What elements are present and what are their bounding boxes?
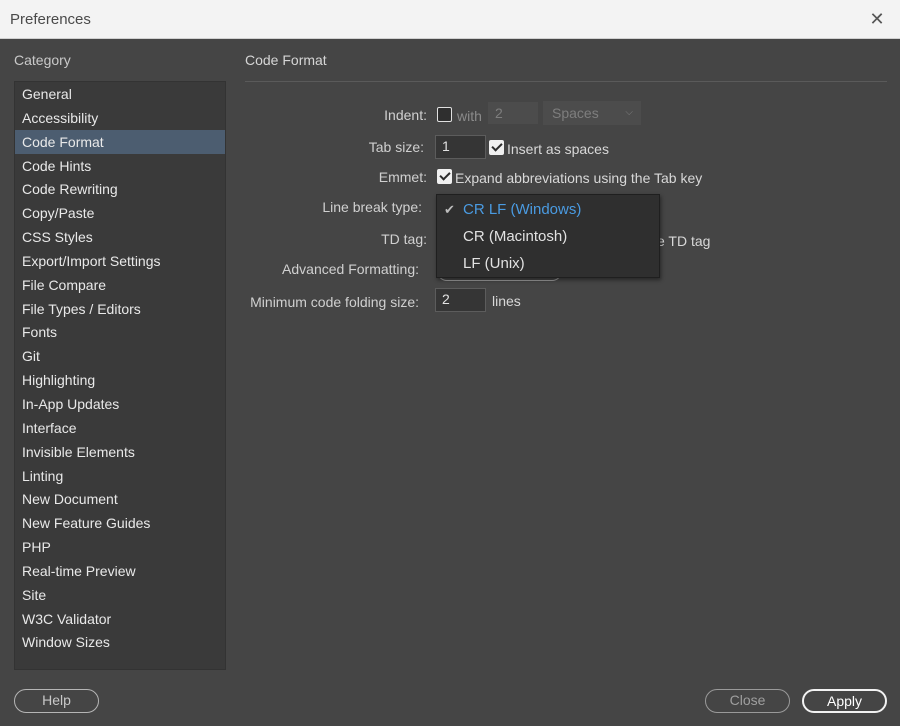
window-title: Preferences: [10, 11, 91, 28]
sidebar-item-new-document[interactable]: New Document: [15, 487, 225, 511]
category-list[interactable]: General Accessibility Code Format Code Hint…: [14, 81, 226, 670]
sidebar-item-highlighting[interactable]: Highlighting: [15, 368, 225, 392]
title-divider: [245, 81, 887, 82]
folding-size-unit: lines: [492, 293, 521, 309]
indent-size-field[interactable]: 2: [488, 102, 538, 124]
td-tag-option-text: e TD tag: [657, 233, 711, 249]
option-label: LF (Unix): [463, 255, 525, 272]
line-break-option-windows[interactable]: ✔ CR LF (Windows): [437, 196, 659, 223]
emmet-label: Emmet:: [378, 169, 427, 185]
sidebar-item-interface[interactable]: Interface: [15, 416, 225, 440]
td-tag-label: TD tag:: [381, 231, 427, 247]
tab-size-label: Tab size:: [368, 139, 424, 155]
apply-button[interactable]: Apply: [802, 689, 887, 713]
emmet-description: Expand abbreviations using the Tab key: [455, 170, 703, 186]
option-label: CR (Macintosh): [463, 228, 568, 245]
indent-unit-select[interactable]: Spaces ⌵: [543, 101, 641, 125]
line-break-option-unix[interactable]: LF (Unix): [437, 250, 659, 277]
indent-checkbox[interactable]: [437, 107, 452, 122]
line-break-label: Line break type:: [322, 199, 422, 215]
sidebar-item-w3c-validator[interactable]: W3C Validator: [15, 607, 225, 631]
sidebar-item-file-types-editors[interactable]: File Types / Editors: [15, 297, 225, 321]
tab-size-field[interactable]: 1: [435, 135, 486, 159]
sidebar-item-code-format[interactable]: Code Format: [15, 129, 225, 154]
advanced-formatting-label: Advanced Formatting:: [282, 261, 419, 277]
folding-size-label: Minimum code folding size:: [250, 294, 419, 310]
chevron-down-icon: ⌵: [625, 107, 633, 118]
indent-unit-value: Spaces: [552, 105, 599, 121]
preferences-dialog: Preferences ✕ Category General Accessibil…: [0, 0, 900, 726]
option-label: CR LF (Windows): [463, 201, 582, 218]
sidebar-item-invisible-elements[interactable]: Invisible Elements: [15, 440, 225, 464]
sidebar-item-css-styles[interactable]: CSS Styles: [15, 225, 225, 249]
sidebar-item-in-app-updates[interactable]: In-App Updates: [15, 392, 225, 416]
sidebar-item-copy-paste[interactable]: Copy/Paste: [15, 201, 225, 225]
sidebar-item-new-feature-guides[interactable]: New Feature Guides: [15, 511, 225, 535]
close-button[interactable]: Close: [705, 689, 790, 713]
sidebar-item-real-time-preview[interactable]: Real-time Preview: [15, 559, 225, 583]
sidebar-item-code-rewriting[interactable]: Code Rewriting: [15, 177, 225, 201]
close-icon[interactable]: ✕: [866, 8, 888, 30]
sidebar-item-accessibility[interactable]: Accessibility: [15, 106, 225, 130]
line-break-dropdown[interactable]: ✔ CR LF (Windows) CR (Macintosh) LF (Uni…: [436, 194, 660, 278]
indent-with-label: with: [457, 108, 482, 124]
sidebar-item-git[interactable]: Git: [15, 344, 225, 368]
sidebar-item-site[interactable]: Site: [15, 583, 225, 607]
sidebar-item-general[interactable]: General: [15, 82, 225, 106]
emmet-checkbox[interactable]: [437, 169, 452, 184]
title-bar: Preferences ✕: [0, 0, 900, 39]
checkmark-icon: ✔: [444, 202, 455, 217]
line-break-option-macintosh[interactable]: CR (Macintosh): [437, 223, 659, 250]
indent-label: Indent:: [384, 107, 427, 123]
sidebar-item-window-sizes[interactable]: Window Sizes: [15, 630, 225, 654]
folding-size-field[interactable]: 2: [435, 288, 486, 312]
category-heading: Category: [14, 52, 71, 68]
sidebar-item-code-hints[interactable]: Code Hints: [15, 154, 225, 178]
insert-spaces-label: Insert as spaces: [507, 141, 609, 157]
page-title: Code Format: [245, 52, 327, 68]
help-button[interactable]: Help: [14, 689, 99, 713]
sidebar-item-export-import-settings[interactable]: Export/Import Settings: [15, 249, 225, 273]
sidebar-item-fonts[interactable]: Fonts: [15, 320, 225, 344]
dialog-body: Category General Accessibility Code Format…: [0, 39, 900, 726]
sidebar-item-linting[interactable]: Linting: [15, 464, 225, 488]
insert-spaces-checkbox[interactable]: [489, 140, 504, 155]
sidebar-item-file-compare[interactable]: File Compare: [15, 273, 225, 297]
sidebar-item-php[interactable]: PHP: [15, 535, 225, 559]
